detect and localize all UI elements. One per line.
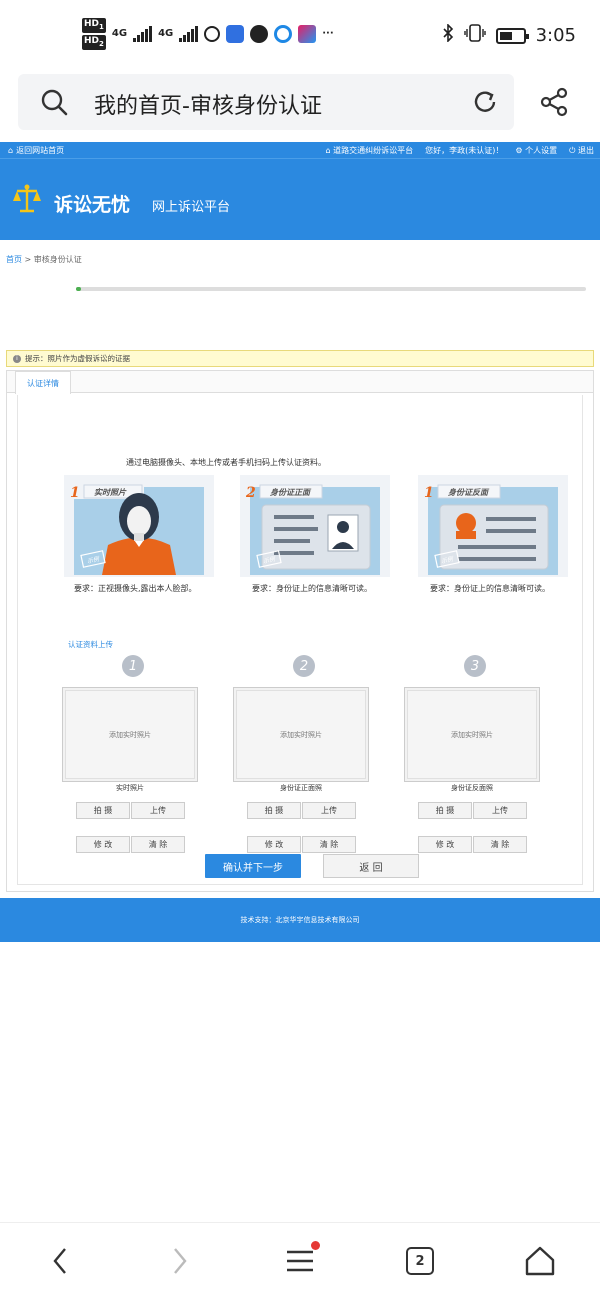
status-right: 3:05 — [442, 23, 576, 47]
forward-nav-button[interactable] — [160, 1241, 200, 1281]
user-greeting: 您好，李政(未认证)！ — [425, 145, 504, 155]
clear-button[interactable]: 清 除 — [473, 836, 527, 853]
power-icon: ⏻ — [569, 145, 578, 155]
upload-button[interactable]: 上传 — [302, 802, 356, 819]
tab-count: 2 — [406, 1247, 434, 1275]
upload-button[interactable]: 上传 — [473, 802, 527, 819]
edit-button[interactable]: 修 改 — [76, 836, 130, 853]
capture-button[interactable]: 拍 摄 — [418, 802, 472, 819]
capture-button[interactable]: 拍 摄 — [247, 802, 301, 819]
signal-icon-1 — [133, 25, 153, 42]
clear-button[interactable]: 清 除 — [302, 836, 356, 853]
verification-card: 认证详情 通过电脑摄像头、本地上传或者手机扫码上传认证资料。 1 实时照片 示例… — [6, 370, 594, 892]
photo-caption: 实时照片 — [116, 784, 144, 792]
browser-app-icon — [274, 24, 293, 43]
upload-button[interactable]: 上传 — [131, 802, 185, 819]
site-banner: 诉讼无忧 网上诉讼平台 — [0, 158, 600, 240]
sample-requirement: 要求：身份证上的信息清晰可读。 — [430, 584, 550, 593]
back-button[interactable]: 返 回 — [323, 854, 419, 878]
notice-bar: i 提示：照片作为虚假诉讼的证据 — [6, 350, 594, 367]
menu-button[interactable] — [280, 1241, 320, 1281]
sample-label: 实时照片 — [94, 488, 126, 497]
platform-link[interactable]: ⌂ 道路交通纠纷诉讼平台 — [326, 145, 414, 156]
site-title: 诉讼无忧 — [54, 194, 131, 216]
site-footer: 技术支持：北京华宇信息技术有限公司 — [0, 898, 600, 942]
tab-bar: 认证详情 — [7, 371, 593, 394]
home-small-icon: ⌂ — [325, 145, 334, 155]
notification-dot — [311, 1241, 320, 1250]
network-label-1: 4G — [111, 28, 128, 40]
sample-id-front: 2 身份证正面 示例 — [240, 475, 390, 577]
browser-bottom-nav: 2 — [0, 1222, 600, 1300]
sample-label: 身份证反面 — [448, 488, 488, 497]
signal-icon-2 — [179, 25, 199, 42]
logout-link[interactable]: ⏻ 退出 — [569, 145, 594, 156]
vibrate-icon — [463, 24, 486, 47]
weibo-app-icon — [204, 25, 221, 42]
capture-button[interactable]: 拍 摄 — [76, 802, 130, 819]
edit-button[interactable]: 修 改 — [418, 836, 472, 853]
photo-caption: 身份证反面照 — [451, 784, 493, 792]
more-notifications-icon: ··· — [322, 28, 334, 40]
bluetooth-icon — [442, 23, 454, 47]
photo-upload-box[interactable]: 添加实时照片 — [62, 687, 198, 782]
sample-requirement: 要求：正视摄像头,露出本人脸部。 — [74, 584, 197, 593]
status-left: HD1 HD2 4G 4G ··· — [82, 18, 334, 50]
sample-live-photo: 1 实时照片 示例 — [64, 475, 214, 577]
step-number: 1 — [122, 655, 144, 677]
photo-caption: 身份证正面照 — [280, 784, 322, 792]
svg-text:2: 2 — [245, 485, 256, 501]
photo-upload-box[interactable]: 添加实时照片 — [233, 687, 369, 782]
message-app-icon — [250, 24, 269, 43]
sample-requirement: 要求：身份证上的信息清晰可读。 — [252, 584, 372, 593]
svg-text:1: 1 — [70, 485, 80, 501]
breadcrumb-current: 审核身份认证 — [33, 255, 82, 264]
upload-section-label: 认证资料上传 — [68, 640, 113, 649]
photo-upload-box[interactable]: 添加实时照片 — [404, 687, 540, 782]
reload-icon[interactable] — [470, 87, 500, 117]
clock: 3:05 — [535, 25, 576, 46]
card-body: 通过电脑摄像头、本地上传或者手机扫码上传认证资料。 1 实时照片 示例 要求：正… — [17, 395, 583, 885]
progress-fill — [76, 287, 82, 291]
tabs-button[interactable]: 2 — [400, 1241, 440, 1281]
settings-link[interactable]: ⚙ 个人设置 — [515, 145, 557, 156]
home-button[interactable] — [520, 1241, 560, 1281]
info-icon: i — [13, 354, 21, 363]
hd2-badge: HD2 — [82, 34, 106, 50]
svg-text:1: 1 — [424, 485, 434, 501]
video-app-icon — [298, 24, 317, 43]
step-number: 3 — [464, 655, 486, 677]
instruction-text: 通过电脑摄像头、本地上传或者手机扫码上传认证资料。 — [126, 458, 326, 467]
edit-button[interactable]: 修 改 — [247, 836, 301, 853]
tab-verification-details[interactable]: 认证详情 — [15, 371, 71, 394]
home-small-icon: ⌂ — [8, 145, 14, 155]
battery-icon — [495, 27, 529, 44]
top-nav: ⌂ 返回网站首页 ⌂ 道路交通纠纷诉讼平台 您好，李政(未认证)！ ⚙ 个人设置… — [0, 142, 600, 158]
scales-logo-icon — [12, 183, 42, 217]
sample-id-back: 1 身份证反面 示例 — [418, 475, 568, 577]
search-icon[interactable] — [40, 88, 68, 116]
status-bar: HD1 HD2 4G 4G ··· 3:05 — [0, 0, 600, 70]
progress-bar — [76, 287, 586, 291]
address-bar[interactable]: 我的首页-审核身份认证 — [18, 74, 514, 130]
site-subtitle: 网上诉讼平台 — [152, 200, 231, 215]
share-icon[interactable] — [538, 86, 570, 118]
clear-button[interactable]: 清 除 — [131, 836, 185, 853]
gear-icon: ⚙ — [515, 145, 526, 155]
network-label-2: 4G — [158, 28, 174, 40]
sample-label: 身份证正面 — [270, 488, 310, 497]
web-page: ⌂ 返回网站首页 ⌂ 道路交通纠纷诉讼平台 您好，李政(未认证)！ ⚙ 个人设置… — [0, 142, 600, 942]
hd1-badge: HD1 — [82, 18, 106, 33]
page-title[interactable]: 我的首页-审核身份认证 — [94, 88, 322, 120]
notice-text: 提示：照片作为虚假诉讼的证据 — [25, 354, 130, 363]
breadcrumb-home[interactable]: 首页 — [6, 255, 22, 264]
confirm-next-button[interactable]: 确认并下一步 — [205, 854, 301, 878]
breadcrumb: 首页 > 审核身份认证 — [6, 255, 82, 264]
baidu-app-icon — [226, 24, 245, 43]
step-number: 2 — [293, 655, 315, 677]
back-home-link[interactable]: 返回网站首页 — [16, 145, 64, 156]
back-nav-button[interactable] — [40, 1241, 80, 1281]
